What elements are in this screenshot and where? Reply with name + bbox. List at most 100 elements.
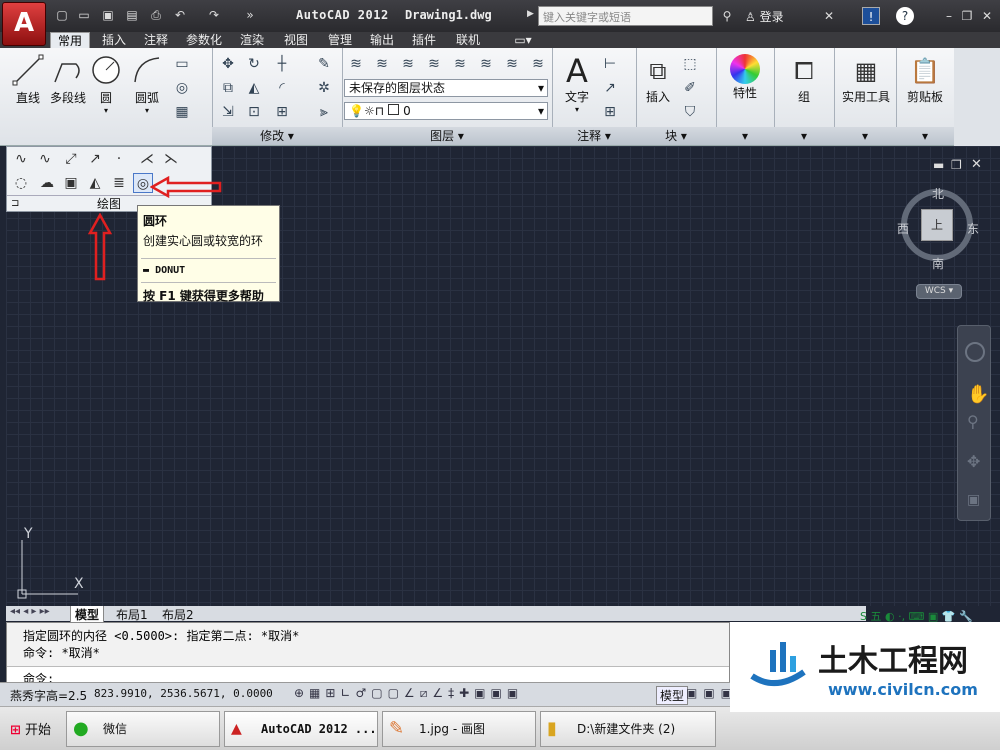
tab-output[interactable]: 输出 <box>364 32 400 48</box>
tab-manage[interactable]: 管理 <box>322 32 358 48</box>
redo-icon[interactable]: ↷ <box>206 7 222 23</box>
tab-view[interactable]: 视图 <box>278 32 314 48</box>
tab-home[interactable]: 常用 <box>50 32 90 48</box>
layer-tool-icon[interactable]: ≋ <box>424 54 444 74</box>
pin-icon[interactable]: ⊐ <box>11 196 19 212</box>
rectangle-icon[interactable]: ▭ <box>172 54 192 74</box>
revcloud-icon[interactable]: ☁ <box>37 173 57 193</box>
group-panel-label[interactable]: ▾ <box>774 127 834 145</box>
clipboard-panel-label[interactable]: ▾ <box>896 127 954 145</box>
viewport-restore-icon[interactable]: ❐ <box>951 158 962 172</box>
viewport-close-icon[interactable]: ✕ <box>971 157 982 172</box>
annotation-panel-label[interactable]: 注释 ▾ <box>552 127 636 145</box>
divide-icon[interactable]: ⋌ <box>137 149 157 169</box>
utilities-panel-label[interactable]: ▾ <box>834 127 896 145</box>
offset-icon[interactable]: ⫸ <box>314 102 334 122</box>
drafting-toggles[interactable]: ⊕▦⊞∟♂▢▢∠⧄∠‡✚▣▣▣ <box>294 686 523 701</box>
layer-panel-label[interactable]: 图层 ▾ <box>342 127 552 145</box>
exchange-icon[interactable]: ✕ <box>820 7 838 25</box>
boundary-icon[interactable]: ◭ <box>85 173 105 193</box>
compass-west[interactable]: 西 <box>897 220 909 237</box>
taskbar-item-paint[interactable]: ✎ 1.jpg - 画图 <box>382 711 536 747</box>
dimension-icon[interactable]: ⊢ <box>600 54 620 74</box>
more-icon[interactable]: » <box>242 7 258 23</box>
polyline-button[interactable]: 多段线 <box>48 54 88 106</box>
taskbar-item-wechat[interactable]: ● 微信 <box>66 711 220 747</box>
login-button[interactable]: ♙ 登录 <box>745 8 784 25</box>
coordinates-readout[interactable]: 823.9910, 2536.5671, 0.0000 <box>94 687 273 700</box>
layer-tool-icon[interactable]: ≋ <box>450 54 470 74</box>
layer-dropdown[interactable]: 💡☼⊓ 0 ▾ <box>344 102 548 120</box>
tab-layout1[interactable]: 布局1 <box>112 606 152 623</box>
circle-button[interactable]: 圆 ▾ <box>90 54 122 115</box>
layout-nav-icons[interactable]: ◂◂ ◂ ▸ ▸▸ <box>10 606 50 617</box>
line-button[interactable]: 直线 <box>10 54 46 106</box>
model-space-button[interactable]: 模型 <box>656 686 689 705</box>
move-icon[interactable]: ✥ <box>218 54 238 74</box>
tab-layout2[interactable]: 布局2 <box>158 606 198 623</box>
viewcube[interactable]: 上 北 南 西 东 <box>897 185 979 271</box>
ellipse-icon[interactable]: ◎ <box>172 78 192 98</box>
restore-icon[interactable]: ❐ <box>958 7 976 25</box>
tab-parametric[interactable]: 参数化 <box>180 32 228 48</box>
tab-online[interactable]: 联机 <box>450 32 486 48</box>
orbit-icon[interactable]: ✥ <box>967 452 980 471</box>
print-icon[interactable]: ⎙ <box>148 7 164 23</box>
copy-icon[interactable]: ⧉ <box>218 78 238 98</box>
rotate-icon[interactable]: ↻ <box>244 54 264 74</box>
layer-tool-icon[interactable]: ≋ <box>398 54 418 74</box>
command-window[interactable]: 指定圆环的内径 <0.5000>: 指定第二点: *取消* 命令: *取消* 命… <box>6 622 730 687</box>
arc-dropdown-icon[interactable]: ▾ <box>130 106 164 115</box>
stretch-icon[interactable]: ⇲ <box>218 102 238 122</box>
table-icon[interactable]: ⊞ <box>600 102 620 122</box>
fillet-icon[interactable]: ◜ <box>272 78 292 98</box>
layer-state-dropdown[interactable]: 未保存的图层状态 ▾ <box>344 79 548 97</box>
spline-cv-icon[interactable]: ∿ <box>35 149 55 169</box>
insert-block-button[interactable]: ⧉ 插入 <box>640 54 676 105</box>
tab-render[interactable]: 渲染 <box>234 32 270 48</box>
tab-insert[interactable]: 插入 <box>96 32 132 48</box>
open-icon[interactable]: ▭ <box>76 7 92 23</box>
trim-icon[interactable]: ┼ <box>272 54 292 74</box>
start-button[interactable]: ⊞ 开始 <box>2 713 59 745</box>
layer-tool-icon[interactable]: ≋ <box>476 54 496 74</box>
showmotion-icon[interactable]: ▣ <box>967 492 980 508</box>
ray-icon[interactable]: ⤢ <box>61 149 81 169</box>
wipeout-icon[interactable]: ▣ <box>61 173 81 193</box>
input-method-bar[interactable]: S 五 ◐ ·, ⌨ ▣ 👕 🔧 <box>860 608 1000 623</box>
text-button[interactable]: A 文字 ▾ <box>560 54 594 114</box>
undo-icon[interactable]: ↶ <box>172 7 188 23</box>
save-icon[interactable]: ▣ <box>100 7 116 23</box>
binoculars-icon[interactable]: ⚲ <box>718 7 736 25</box>
compass-north[interactable]: 北 <box>932 185 944 202</box>
hatch-icon[interactable]: ▦ <box>172 102 192 122</box>
layer-tool-icon[interactable]: ≋ <box>528 54 548 74</box>
modify-panel-label[interactable]: 修改 ▾ <box>212 127 342 145</box>
scale-icon[interactable]: ⊡ <box>244 102 264 122</box>
search-expand-icon[interactable]: ▶ <box>527 9 534 19</box>
edit-block-icon[interactable]: ✐ <box>680 78 700 98</box>
block-attribute-icon[interactable]: ⛉ <box>680 102 700 122</box>
create-block-icon[interactable]: ⬚ <box>680 54 700 74</box>
explode-icon[interactable]: ✲ <box>314 78 334 98</box>
layer-tool-icon[interactable]: ≋ <box>502 54 522 74</box>
construction-line-icon[interactable]: ↗ <box>85 149 105 169</box>
search-input[interactable]: 键入关键字或短语 <box>538 6 713 26</box>
compass-east[interactable]: 东 <box>967 220 979 237</box>
taskbar-item-folder[interactable]: ▮ D:\新建文件夹 (2) <box>540 711 716 747</box>
erase-icon[interactable]: ✎ <box>314 54 334 74</box>
viewcube-top-face[interactable]: 上 <box>921 209 953 241</box>
new-icon[interactable]: ▢ <box>54 7 70 23</box>
leader-icon[interactable]: ↗ <box>600 78 620 98</box>
point-icon[interactable]: · <box>109 149 129 169</box>
tab-plugins[interactable]: 插件 <box>406 32 442 48</box>
compass-south[interactable]: 南 <box>932 255 944 272</box>
circle-dropdown-icon[interactable]: ▾ <box>90 106 122 115</box>
arc-button[interactable]: 圆弧 ▾ <box>130 54 164 115</box>
save-as-icon[interactable]: ▤ <box>124 7 140 23</box>
layer-properties-icon[interactable]: ≋ <box>346 54 366 74</box>
spline-icon[interactable]: ∿ <box>11 149 31 169</box>
help-icon[interactable]: ? <box>896 7 914 25</box>
array-icon[interactable]: ⊞ <box>272 102 292 122</box>
application-button[interactable]: A <box>2 2 46 46</box>
